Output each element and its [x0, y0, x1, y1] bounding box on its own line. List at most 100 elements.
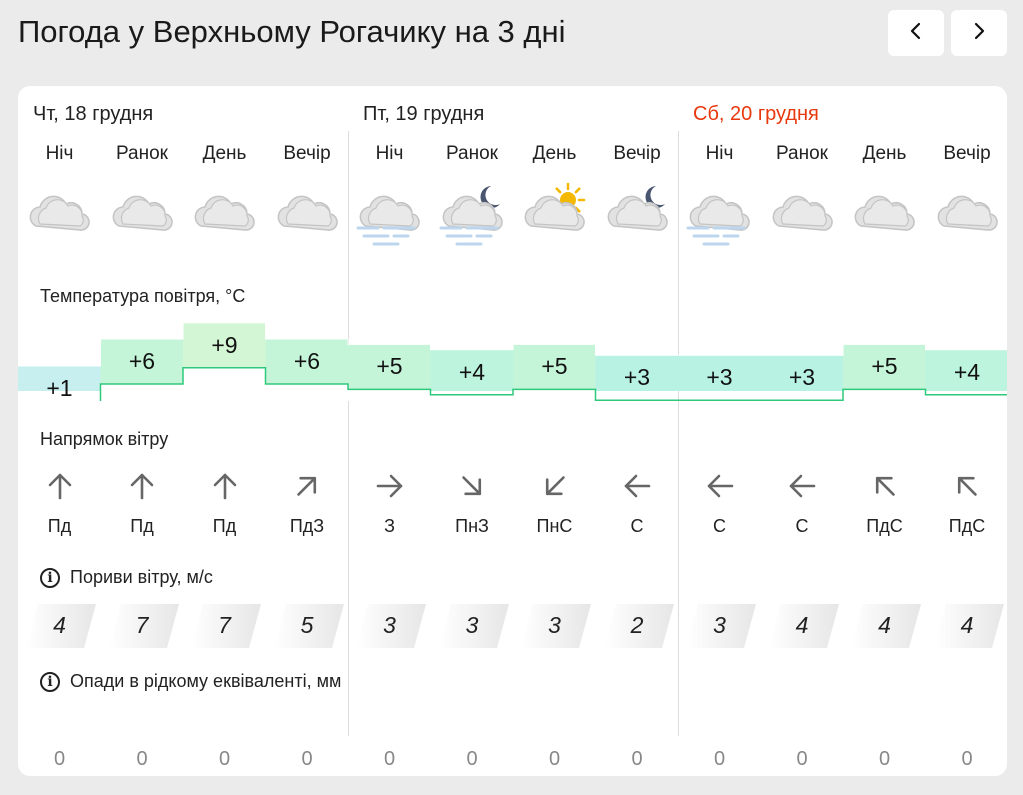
- precipitation-value: 0: [383, 748, 396, 770]
- arrow-up-left-icon: [926, 471, 1008, 505]
- temperature-section-title: Температура повітря, °С: [40, 286, 246, 306]
- day-label-thu: Чт, 18 грудня: [33, 103, 154, 125]
- wind-gust-value: 5: [300, 612, 314, 638]
- temperature-value: +6: [128, 348, 156, 374]
- wind-direction-label: Пд: [130, 516, 154, 536]
- temperature-value: +4: [953, 358, 981, 385]
- arrow-left-icon: [761, 471, 844, 505]
- wind-gust-value: 4: [795, 612, 809, 638]
- wind-direction-section-title: Напрямок вітру: [40, 429, 169, 449]
- wind-direction-label: ПдЗ: [289, 516, 325, 536]
- cloudy-icon: [926, 178, 1008, 258]
- cloudy-icon: [18, 178, 101, 258]
- chevron-right-icon: [970, 22, 988, 45]
- wind-gust-value: 2: [630, 612, 644, 638]
- wind-gust-value: 3: [383, 612, 396, 638]
- arrow-right-icon: [348, 471, 431, 505]
- temperature-value: +1: [46, 375, 73, 401]
- page-title: Погода у Верхньому Рогачику на 3 дні: [18, 14, 566, 49]
- arrow-up-right-icon: [266, 471, 349, 505]
- partly-sunny-icon: [513, 178, 596, 258]
- wind-gust-value: 4: [960, 612, 974, 638]
- wind-direction-label: З: [384, 516, 395, 536]
- cloudy-icon: [266, 178, 349, 258]
- temperature-value: +3: [788, 364, 816, 391]
- temperature-value: +3: [623, 364, 651, 391]
- precipitation-value: 0: [961, 748, 973, 770]
- precipitation-label: Опади в рідкому еквіваленті, мм: [70, 671, 342, 691]
- precipitation-value: 0: [631, 748, 643, 770]
- precipitation-section-title: i Опади в рідкому еквіваленті, мм: [40, 671, 341, 692]
- wind-direction-label: С: [795, 516, 809, 536]
- cloudy-fog-icon: [348, 178, 431, 258]
- precipitation-value: 0: [796, 748, 808, 770]
- period-label: Ніч: [375, 143, 404, 164]
- wind-direction-label: ПнС: [536, 516, 573, 536]
- temperature-value: +5: [376, 353, 403, 380]
- wind-gust-value: 4: [53, 612, 66, 638]
- precipitation-value: 0: [218, 748, 231, 770]
- prev-button[interactable]: [888, 10, 944, 56]
- arrow-down-right-icon: [431, 471, 514, 505]
- wind-direction-label: Пд: [47, 516, 72, 536]
- period-label: Ніч: [705, 143, 734, 164]
- wind-gust-value: 7: [218, 612, 231, 638]
- temperature-value: +3: [706, 364, 733, 391]
- info-icon[interactable]: i: [40, 671, 60, 692]
- arrow-up-icon: [183, 471, 266, 505]
- precipitation-value: 0: [136, 748, 148, 770]
- period-label: Ніч: [45, 143, 74, 164]
- info-icon[interactable]: i: [40, 567, 60, 588]
- wind-direction-label: Пд: [212, 516, 237, 536]
- wind-direction-label: ПдС: [866, 516, 903, 536]
- precipitation-value: 0: [53, 748, 66, 770]
- forecast-card: Чт, 18 грудня Пт, 19 грудня Сб, 20 грудн…: [18, 86, 1007, 776]
- wind-gust-value: 3: [465, 612, 479, 638]
- wind-gusts-section-title: i Пориви вітру, м/с: [40, 567, 213, 588]
- precipitation-value: 0: [713, 748, 726, 770]
- cloudy-fog-icon: [678, 178, 761, 258]
- chevron-left-icon: [907, 22, 925, 45]
- period-label: Ранок: [446, 143, 498, 164]
- wind-gust-value: 7: [135, 612, 149, 638]
- wind-gusts-label: Пориви вітру, м/с: [70, 567, 213, 587]
- temperature-value: +5: [541, 353, 568, 380]
- period-label: День: [202, 143, 247, 164]
- wind-gust-value: 3: [713, 612, 726, 638]
- period-label: Вечір: [283, 143, 331, 164]
- temperature-value: +9: [211, 331, 238, 358]
- arrow-up-icon: [18, 471, 101, 505]
- precipitation-value: 0: [548, 748, 561, 770]
- wind-direction-label: С: [713, 516, 726, 536]
- period-label: Ранок: [776, 143, 828, 164]
- cloudy-icon: [101, 178, 184, 258]
- temperature-value: +5: [871, 353, 898, 380]
- temperature-value: +6: [293, 348, 321, 374]
- wind-direction-label: ПнЗ: [455, 516, 489, 536]
- period-label: Вечір: [943, 143, 991, 164]
- next-button[interactable]: [951, 10, 1007, 56]
- day-label-fri: Пт, 19 грудня: [363, 103, 485, 125]
- precipitation-value: 0: [301, 748, 313, 770]
- arrow-up-icon: [101, 471, 184, 505]
- arrow-left-icon: [596, 471, 679, 505]
- wind-direction-label: ПдС: [948, 516, 986, 536]
- arrow-up-left-icon: [843, 471, 926, 505]
- period-label: День: [862, 143, 907, 164]
- period-label: День: [532, 143, 577, 164]
- arrow-down-left-icon: [513, 471, 596, 505]
- cloudy-moon-icon: [596, 178, 679, 258]
- cloudy-icon: [761, 178, 844, 258]
- period-label: Вечір: [613, 143, 661, 164]
- cloudy-icon: [843, 178, 926, 258]
- wind-direction-label: С: [630, 516, 644, 536]
- period-label: Ранок: [116, 143, 168, 164]
- precipitation-value: 0: [466, 748, 478, 770]
- cloudy-moon-fog-icon: [431, 178, 514, 258]
- wind-gust-value: 3: [548, 612, 561, 638]
- cloudy-icon: [183, 178, 266, 258]
- wind-gust-value: 4: [878, 612, 891, 638]
- day-label-sat: Сб, 20 грудня: [693, 103, 819, 125]
- temperature-value: +4: [458, 358, 486, 385]
- arrow-left-icon: [678, 471, 761, 505]
